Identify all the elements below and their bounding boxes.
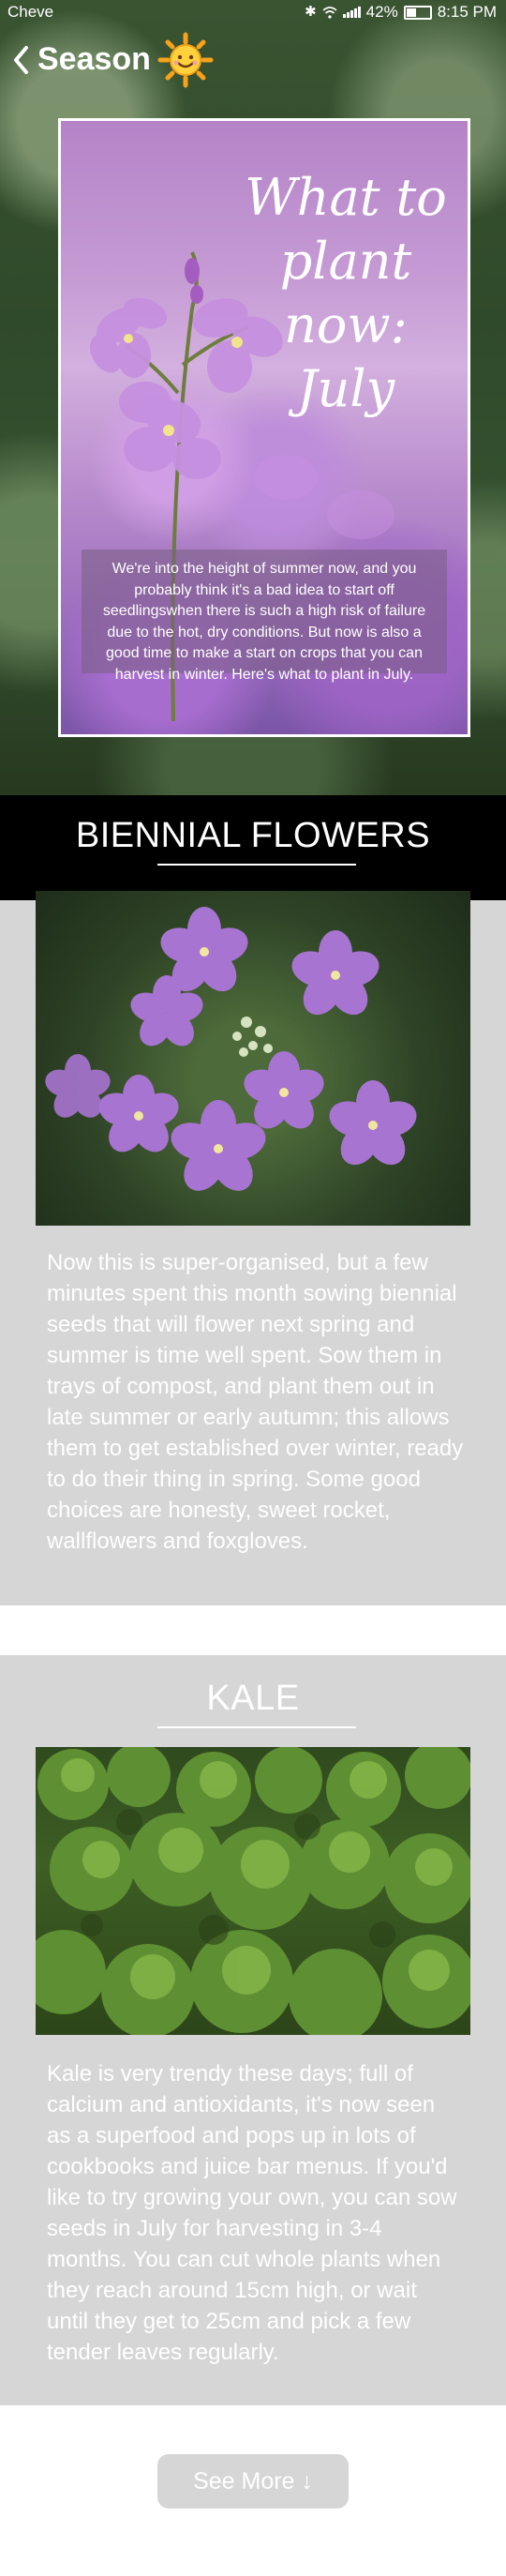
chevron-left-icon[interactable] xyxy=(9,43,34,77)
smiling-sun-icon xyxy=(157,32,214,88)
hero-title: What to plant now: July xyxy=(245,168,447,418)
title-underline xyxy=(157,864,356,866)
battery-percent: 42% xyxy=(365,3,398,21)
status-bar: Cheve ✱ 42% 8:15 PM xyxy=(0,0,506,24)
section-title: KALE xyxy=(206,1679,300,1718)
arrow-down-icon: ↓ xyxy=(301,2468,313,2494)
signal-icon xyxy=(342,7,361,18)
hero-background: Cheve ✱ 42% 8:15 PM Season What to plant… xyxy=(0,0,506,795)
app-header: Season xyxy=(0,32,281,88)
title-underline xyxy=(157,1726,356,1728)
page-title: Season xyxy=(37,41,151,77)
section-body: Kale is very trendy these days; full of … xyxy=(47,2061,457,2365)
section-title: BIENNIAL FLOWERS xyxy=(75,816,431,855)
battery-icon xyxy=(403,5,432,20)
carrier-label: Cheve xyxy=(7,3,54,21)
wifi-icon xyxy=(322,6,337,19)
biennial-flowers-photo xyxy=(36,891,470,1226)
see-more-button[interactable]: See More ↓ xyxy=(157,2454,349,2508)
hero-card: What to plant now: July We're into the h… xyxy=(58,118,470,737)
hero-intro-text: We're into the height of summer now, and… xyxy=(82,550,447,683)
see-more-label: See More xyxy=(193,2468,295,2494)
section-body: Now this is super-organised, but a few m… xyxy=(47,1250,464,1554)
kale-photo xyxy=(36,1747,470,2035)
bluetooth-icon: ✱ xyxy=(305,4,317,20)
status-icons: ✱ 42% 8:15 PM xyxy=(305,0,497,24)
clock-time: 8:15 PM xyxy=(437,3,497,21)
